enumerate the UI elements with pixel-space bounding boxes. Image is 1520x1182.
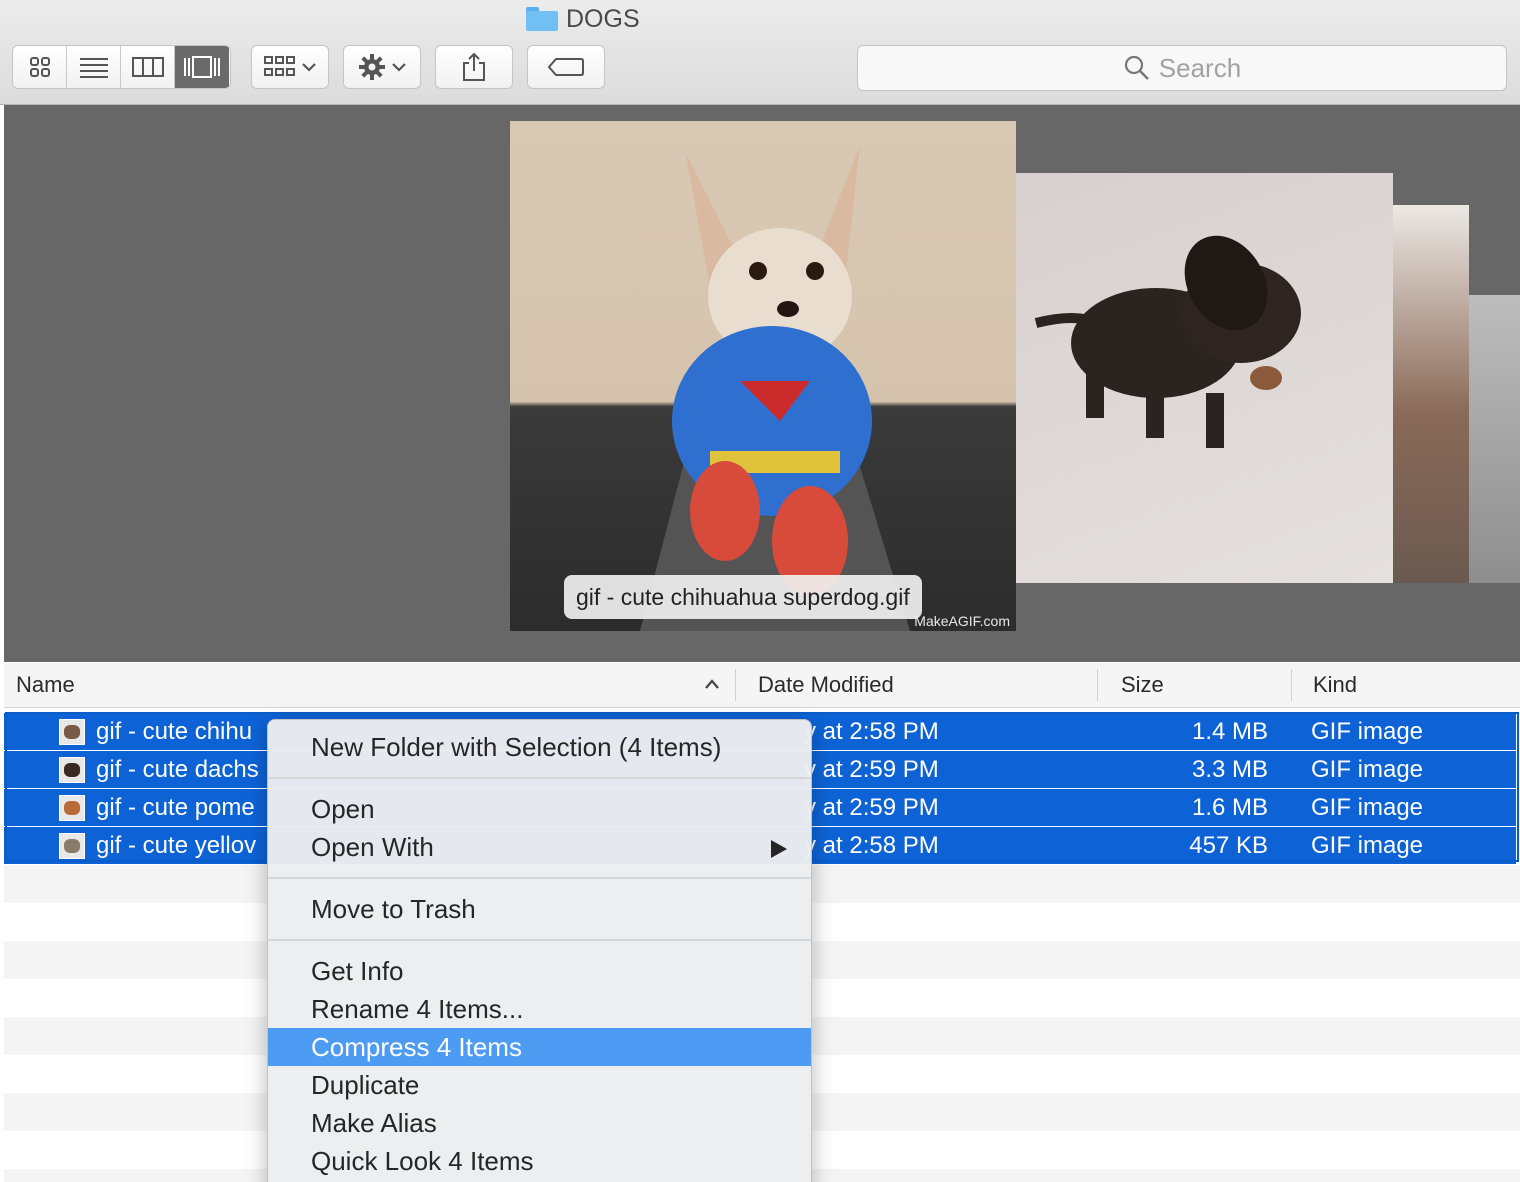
cover-flow-icon xyxy=(184,56,220,78)
cover-preview-dachshund[interactable] xyxy=(1016,173,1393,583)
icon-view-button[interactable] xyxy=(13,46,67,88)
cover-preview-pomeranian[interactable] xyxy=(1393,205,1469,583)
column-view-button[interactable] xyxy=(121,46,175,88)
window-title: DOGS xyxy=(526,4,640,34)
gear-icon xyxy=(359,54,385,80)
context-menu: New Folder with Selection (4 Items) Open… xyxy=(267,719,812,1182)
menu-item-new-folder-with-selection[interactable]: New Folder with Selection (4 Items) xyxy=(268,728,811,766)
toolbar: DOGS Search xyxy=(0,0,1520,105)
column-header-name[interactable]: Name xyxy=(16,663,75,707)
search-field[interactable]: Search xyxy=(857,45,1507,91)
window-title-label: DOGS xyxy=(566,4,640,33)
cover-preview-chihuahua[interactable]: MakeAGIF.com xyxy=(510,121,1016,631)
menu-separator xyxy=(268,877,811,879)
cover-flow-view-button[interactable] xyxy=(175,46,229,88)
chevron-down-icon xyxy=(302,63,316,72)
column-divider[interactable] xyxy=(1291,669,1292,701)
list-icon xyxy=(79,58,108,78)
column-header-kind[interactable]: Kind xyxy=(1313,663,1357,707)
cover-flow-area[interactable]: MakeAGIF.com gif - cute chihuahua superd… xyxy=(4,105,1520,662)
submenu-arrow-icon xyxy=(771,840,787,858)
menu-item-move-to-trash[interactable]: Move to Trash xyxy=(268,890,811,928)
chevron-up-icon[interactable] xyxy=(704,678,720,690)
share-button[interactable] xyxy=(435,45,513,89)
column-header-size[interactable]: Size xyxy=(1121,663,1164,707)
menu-item-duplicate[interactable]: Duplicate xyxy=(268,1066,811,1104)
search-placeholder: Search xyxy=(1158,52,1242,83)
column-header-date-modified[interactable]: Date Modified xyxy=(758,663,894,707)
list-header: Name Date Modified Size Kind xyxy=(4,663,1520,708)
chevron-down-icon xyxy=(392,63,406,72)
menu-item-rename[interactable]: Rename 4 Items... xyxy=(268,990,811,1028)
menu-separator xyxy=(268,939,811,941)
chihuahua-image xyxy=(640,146,910,631)
menu-item-make-alias[interactable]: Make Alias xyxy=(268,1104,811,1142)
columns-icon xyxy=(131,57,164,77)
search-icon xyxy=(1124,55,1149,80)
watermark: MakeAGIF.com xyxy=(914,613,1010,629)
view-mode-control xyxy=(12,45,231,89)
list-view-button[interactable] xyxy=(67,46,121,88)
menu-item-quick-look[interactable]: Quick Look 4 Items xyxy=(268,1142,811,1180)
cover-preview-yellow[interactable] xyxy=(1469,295,1520,583)
dachshund-image xyxy=(1034,235,1301,448)
action-button[interactable] xyxy=(343,45,421,89)
menu-item-compress[interactable]: Compress 4 Items xyxy=(268,1028,811,1066)
menu-item-open-with[interactable]: Open With xyxy=(268,828,811,866)
tag-icon xyxy=(547,58,584,76)
cover-flow-caption: gif - cute chihuahua superdog.gif xyxy=(564,575,922,619)
column-divider[interactable] xyxy=(735,669,736,701)
arrange-button[interactable] xyxy=(251,45,329,89)
folder-icon xyxy=(526,7,558,31)
menu-separator xyxy=(268,777,811,779)
menu-item-get-info[interactable]: Get Info xyxy=(268,952,811,990)
column-divider[interactable] xyxy=(1097,669,1098,701)
share-icon xyxy=(463,52,485,81)
grid-icon xyxy=(29,57,50,77)
arrange-grid-icon xyxy=(264,56,295,76)
menu-item-open[interactable]: Open xyxy=(268,790,811,828)
finder-window: DOGS Search MakeAGIF.com gif - cute chih… xyxy=(0,0,1520,1182)
menu-item-open-with-label: Open With xyxy=(311,832,434,862)
tags-button[interactable] xyxy=(527,45,605,89)
